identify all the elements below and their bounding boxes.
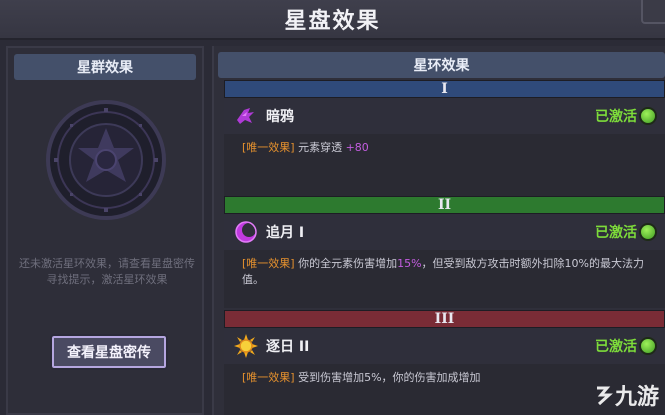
star-ring-header: 星环效果	[218, 52, 665, 78]
effect-name: 暗鸦	[266, 109, 294, 125]
crow-icon	[234, 104, 258, 128]
close-button[interactable]	[641, 0, 665, 24]
unique-tag: [唯一效果]	[242, 141, 295, 154]
active-indicator-icon	[639, 223, 657, 241]
constellation-panel: 星群效果 还未激活星环效果，请查看星盘密传寻找提示，激活星环效果 查看星盘密传	[6, 46, 204, 415]
effect-description: [唯一效果] 元素穿透 +80	[224, 134, 665, 164]
main-area: 星群效果 还未激活星环效果，请查看星盘密传寻找提示，激活星环效果 查看星盘密传 …	[0, 40, 665, 415]
effect-head-3: 逐日 II 已激活	[224, 328, 665, 364]
watermark-text: 九游	[614, 385, 659, 410]
effect-head-2: 追月 I 已激活	[224, 214, 665, 250]
watermark: 九游	[593, 379, 659, 411]
effect-name: 逐日 II	[266, 339, 310, 355]
desc-highlight: 15%	[397, 257, 422, 270]
desc-highlight: +80	[345, 141, 369, 154]
effect-head-1: 暗鸦 已激活	[224, 98, 665, 134]
moon-icon	[234, 220, 258, 244]
active-indicator-icon	[639, 337, 657, 355]
status-label: 已激活	[595, 109, 637, 125]
hint-text: 还未激活星环效果，请查看星盘密传寻找提示，激活星环效果	[19, 257, 195, 286]
desc-text: 你的全元素伤害增加	[294, 257, 398, 270]
unique-tag: [唯一效果]	[242, 371, 295, 384]
star-disk-icon	[44, 98, 168, 222]
effect-card-1: 暗鸦 已激活 [唯一效果] 元素穿透 +80	[224, 98, 665, 196]
sun-icon	[234, 334, 258, 358]
constellation-header: 星群效果	[14, 54, 196, 80]
effect-description: [唯一效果] 你的全元素伤害增加15%，但受到敌方攻击时额外扣除10%的最大法力…	[224, 250, 665, 296]
tier-2-bar: II	[224, 196, 665, 214]
title-bar: 星盘效果	[0, 0, 665, 40]
tier-1-bar: I	[224, 80, 665, 98]
status-label: 已激活	[595, 225, 637, 241]
effect-card-2: 追月 I 已激活 [唯一效果] 你的全元素伤害增加15%，但受到敌方攻击时额外扣…	[224, 214, 665, 308]
view-star-secret-button[interactable]: 查看星盘密传	[50, 334, 168, 370]
star-ring-panel: 星环效果 I 暗鸦 已激活 [唯一效果] 元素穿透 +80 II 追月 I 已激…	[212, 46, 665, 415]
desc-text: 受到伤害增加5%，你的伤害加成增加	[294, 371, 481, 384]
effect-name: 追月 I	[266, 225, 305, 241]
watermark-logo-icon	[596, 386, 613, 406]
desc-text: 元素穿透	[294, 141, 346, 154]
status-label: 已激活	[595, 339, 637, 355]
tier-3-bar: III	[224, 310, 665, 328]
window-title: 星盘效果	[284, 9, 381, 34]
unique-tag: [唯一效果]	[242, 257, 295, 270]
active-indicator-icon	[639, 107, 657, 125]
